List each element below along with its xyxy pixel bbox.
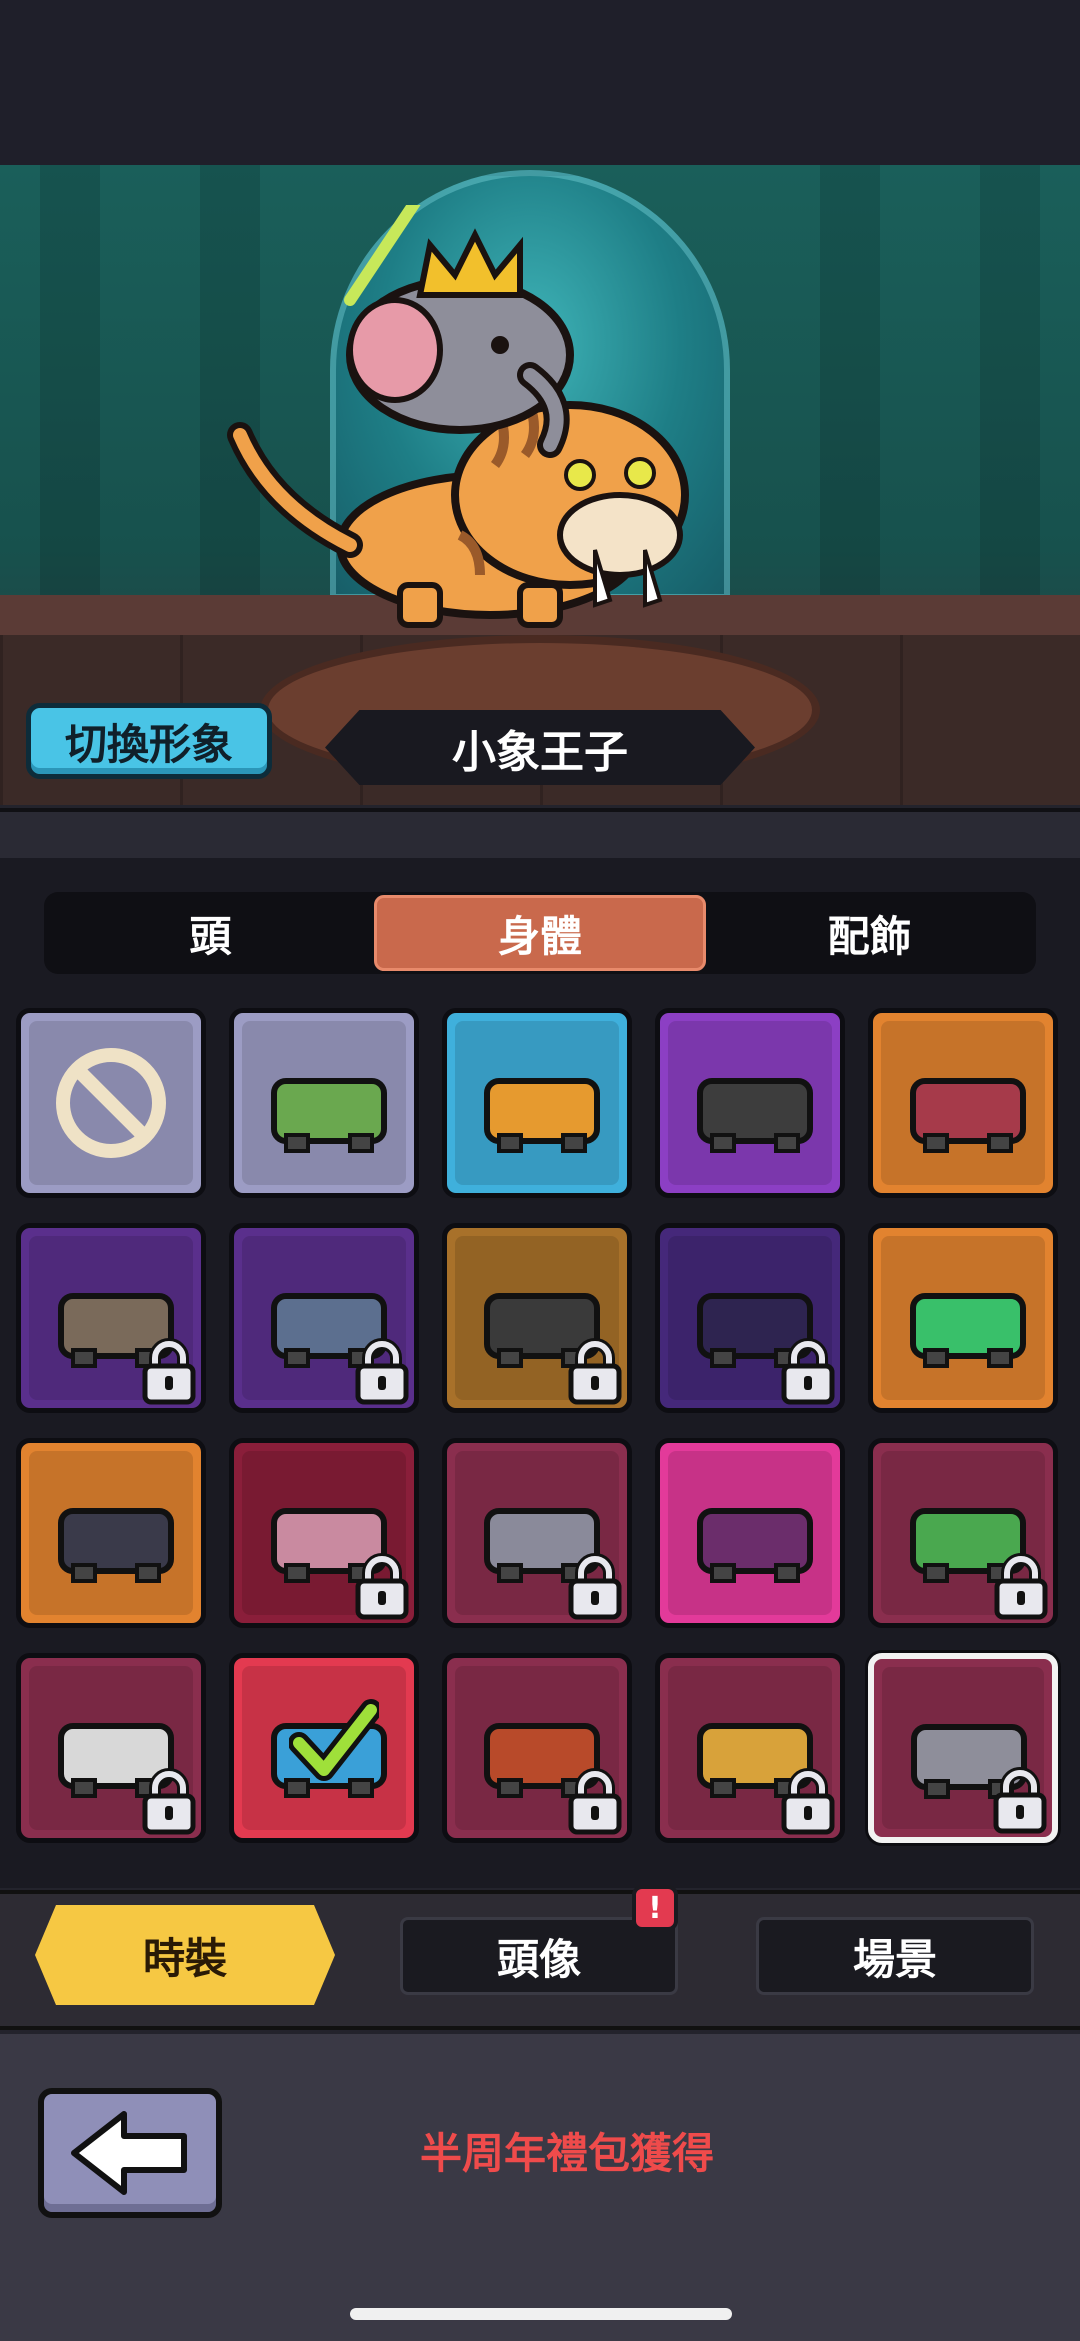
item-tile-green-scarf[interactable] <box>229 1008 419 1198</box>
costume-icon <box>271 1078 387 1153</box>
item-tile-knight-suit[interactable] <box>442 1438 632 1628</box>
character-preview: 切換形象 小象王子 <box>0 165 1080 805</box>
lock-icon <box>568 1768 622 1835</box>
item-tile-red-cape[interactable] <box>868 1008 1058 1198</box>
curtain <box>820 165 880 605</box>
item-tile-rabbit-suit[interactable] <box>229 1438 419 1628</box>
lock-icon <box>142 1768 196 1835</box>
nav-scene-button[interactable]: 場景 <box>756 1917 1034 1995</box>
obtain-source-text: 半周年禮包獲得 <box>420 2129 715 2178</box>
costume-icon <box>910 1293 1026 1368</box>
character-sprite <box>227 205 689 628</box>
item-tile-ninja-suit[interactable] <box>16 1438 206 1628</box>
costume-icon <box>697 1508 813 1583</box>
item-tile-elephant-suit[interactable] <box>868 1653 1058 1843</box>
nav-fashion-button[interactable]: 時裝 <box>35 1905 335 2005</box>
item-tile-frog-suit[interactable] <box>868 1223 1058 1413</box>
item-tile-fish-suit[interactable] <box>229 1653 419 1843</box>
lock-icon <box>355 1553 409 1620</box>
category-tabs: 頭 身體 配飾 <box>44 892 1036 974</box>
lock-icon <box>781 1768 835 1835</box>
back-arrow-icon <box>71 2111 187 2195</box>
notification-badge: ! <box>632 1885 678 1931</box>
tab-accessory[interactable]: 配飾 <box>706 895 1033 971</box>
costume-icon <box>58 1508 174 1583</box>
lock-icon <box>994 1553 1048 1620</box>
back-button[interactable] <box>38 2088 222 2218</box>
item-tile-gift-suit[interactable] <box>868 1438 1058 1628</box>
item-tile-lion-dance-suit[interactable] <box>16 1653 206 1843</box>
lock-icon <box>993 1767 1047 1834</box>
item-tile-dragon-suit[interactable] <box>442 1653 632 1843</box>
item-tile-golden-armor[interactable] <box>655 1653 845 1843</box>
tab-head[interactable]: 頭 <box>47 895 374 971</box>
costume-icon <box>910 1078 1026 1153</box>
lock-icon <box>355 1338 409 1405</box>
item-grid <box>16 1008 1066 1843</box>
costume-icon <box>484 1078 600 1153</box>
lock-icon <box>142 1338 196 1405</box>
item-tile-turkey-suit[interactable] <box>655 1438 845 1628</box>
lock-icon <box>568 1338 622 1405</box>
home-indicator[interactable] <box>350 2308 732 2320</box>
tab-body[interactable]: 身體 <box>373 895 707 971</box>
lock-icon <box>781 1338 835 1405</box>
curtain <box>40 165 100 605</box>
no-item-icon <box>56 1048 166 1158</box>
switch-appearance-button[interactable]: 切換形象 <box>26 703 272 779</box>
item-tile-black-cape[interactable] <box>442 1223 632 1413</box>
lock-icon <box>568 1553 622 1620</box>
item-tile-fish-vest[interactable] <box>16 1223 206 1413</box>
costume-icon <box>697 1078 813 1153</box>
divider <box>0 808 1080 858</box>
status-area <box>0 0 1080 165</box>
item-tile-orange-cape[interactable] <box>442 1008 632 1198</box>
item-tile-grey-cloak[interactable] <box>229 1223 419 1413</box>
item-tile-none[interactable] <box>16 1008 206 1198</box>
item-tile-dark-cape[interactable] <box>655 1008 845 1198</box>
character-name: 小象王子 <box>325 710 755 785</box>
item-tile-purple-cloak[interactable] <box>655 1223 845 1413</box>
curtain <box>980 165 1040 605</box>
checkmark-icon <box>289 1699 379 1781</box>
